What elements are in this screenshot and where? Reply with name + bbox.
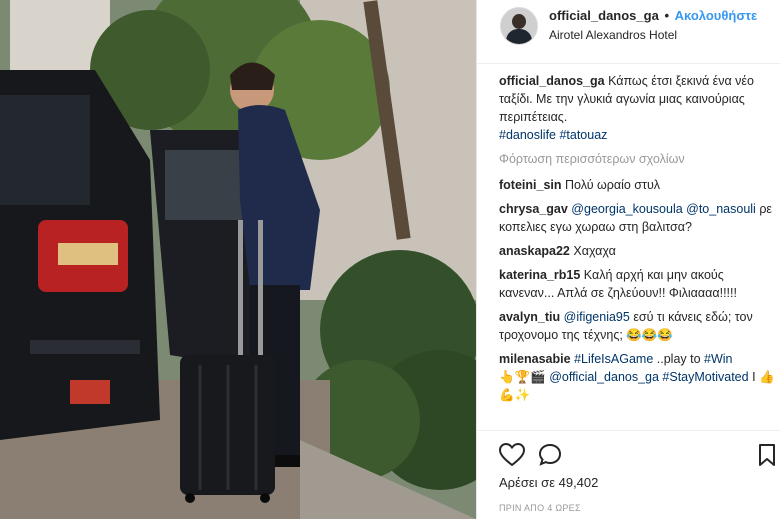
comments-list: official_danos_ga Κάπως έτσι ξεκινά ένα … [499,72,775,410]
comment-mention[interactable]: @ifigenia95 [564,310,630,324]
bookmark-icon[interactable] [758,443,776,467]
post-timestamp: ΠΡΙΝ ΑΠΟ 4 ΩΡΕΣ [499,503,581,513]
post-photo[interactable] [0,0,476,519]
load-more-comments[interactable]: Φόρτωση περισσότερων σχολίων [499,150,775,168]
header-separator: • [664,8,669,23]
comment-item: katerina_rb15 Καλή αρχή και μην ακούς κα… [499,266,775,302]
comment-item: avalyn_tiu @ifigenia95 εσύ τι κάνεις εδώ… [499,308,775,344]
comment-hashtag[interactable]: #LifeIsAGame [574,352,653,366]
comment-item: anaskapa22 Χαχαχα [499,242,775,260]
avatar[interactable] [500,7,538,45]
comment-mention[interactable]: @official_danos_ga #StayMotivated [549,370,748,384]
caption: official_danos_ga Κάπως έτσι ξεκινά ένα … [499,72,775,144]
post-header: official_danos_ga • Ακολουθήστε Airotel … [477,0,780,64]
follow-button[interactable]: Ακολουθήστε [675,8,758,23]
location-link[interactable]: Airotel Alexandros Hotel [549,28,677,42]
photo-illustration [0,0,476,519]
comment-icon[interactable] [538,443,564,467]
comment-username[interactable]: anaskapa22 [499,244,570,258]
comment-emoji: 👆🏆🎬 [499,370,546,384]
comment-username[interactable]: chrysa_gav [499,202,568,216]
header-user-line: official_danos_ga • Ακολουθήστε [549,8,757,23]
comment-item: foteini_sin Πολύ ωραίο στυλ [499,176,775,194]
comment-username[interactable]: foteini_sin [499,178,562,192]
caption-username[interactable]: official_danos_ga [499,74,605,88]
likes-count[interactable]: Αρέσει σε 49,402 [499,475,598,490]
post-side-panel: official_danos_ga • Ακολουθήστε Airotel … [476,0,780,519]
comment-username[interactable]: milenasabie [499,352,571,366]
comment-text: Πολύ ωραίο στυλ [565,178,661,192]
heart-icon[interactable] [498,442,526,467]
comment-username[interactable]: katerina_rb15 [499,268,580,282]
header-username[interactable]: official_danos_ga [549,8,659,23]
comment-text: ..play to [656,352,701,366]
post-footer: Αρέσει σε 49,402 ΠΡΙΝ ΑΠΟ 4 ΩΡΕΣ [477,430,780,519]
caption-hashtags[interactable]: #danoslife #tatouaz [499,128,607,142]
comment-hashtag[interactable]: #Win [704,352,732,366]
comment-item: chrysa_gav @georgia_kousoula @to_nasouli… [499,200,775,236]
comment-mention[interactable]: @georgia_kousoula @to_nasouli [571,202,756,216]
comment-username[interactable]: avalyn_tiu [499,310,560,324]
comment-item: milenasabie #LifeIsAGame ..play to #Win … [499,350,775,404]
comment-text: Χαχαχα [573,244,616,258]
